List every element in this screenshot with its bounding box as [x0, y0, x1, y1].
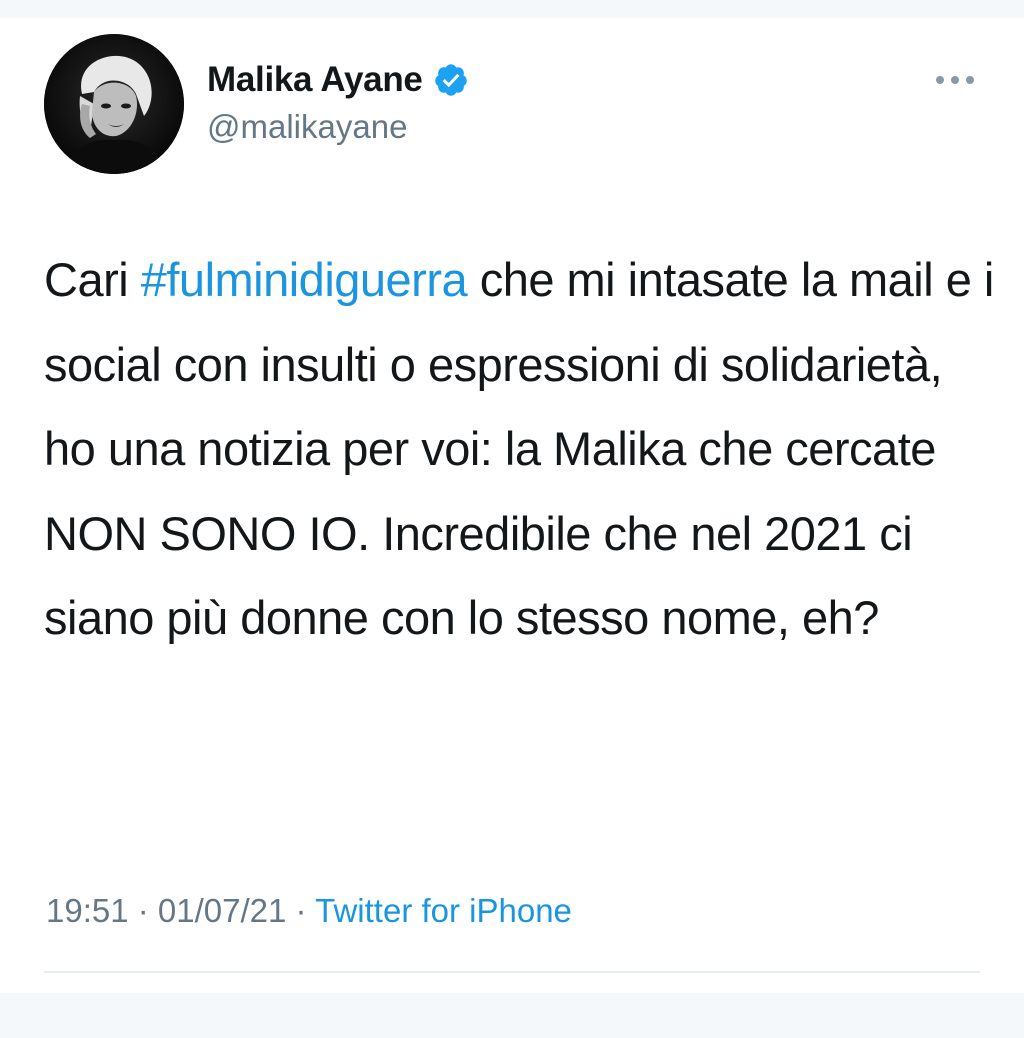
divider	[44, 971, 980, 973]
tweet-meta: 19:51 · 01/07/21 · Twitter for iPhone	[46, 892, 572, 930]
bottom-background-strip	[0, 993, 1024, 1038]
author-name-row: Malika Ayane	[207, 60, 469, 100]
tweet-text: Cari #fulminidiguerra che mi intasate la…	[44, 238, 994, 661]
tweet-text-body: che mi intasate la mail e i social con i…	[44, 253, 994, 644]
tweet-time[interactable]: 19:51	[46, 892, 129, 929]
author-display-name[interactable]: Malika Ayane	[207, 60, 423, 100]
more-horizontal-icon[interactable]	[933, 70, 977, 90]
tweet-card: Malika Ayane @malikayane Cari #fulminidi…	[0, 18, 1024, 993]
tweet-source-link[interactable]: Twitter for iPhone	[315, 892, 572, 929]
top-background-strip	[0, 0, 1024, 18]
tweet-text-lead: Cari	[44, 253, 141, 306]
author-handle[interactable]: @malikayane	[207, 108, 407, 146]
avatar[interactable]	[44, 34, 184, 174]
verified-badge-icon	[434, 64, 467, 96]
hashtag-link[interactable]: #fulminidiguerra	[141, 253, 468, 306]
meta-separator: ·	[286, 892, 316, 929]
meta-separator: ·	[128, 892, 158, 929]
avatar-photo-icon	[44, 34, 184, 174]
tweet-date[interactable]: 01/07/21	[158, 892, 286, 929]
